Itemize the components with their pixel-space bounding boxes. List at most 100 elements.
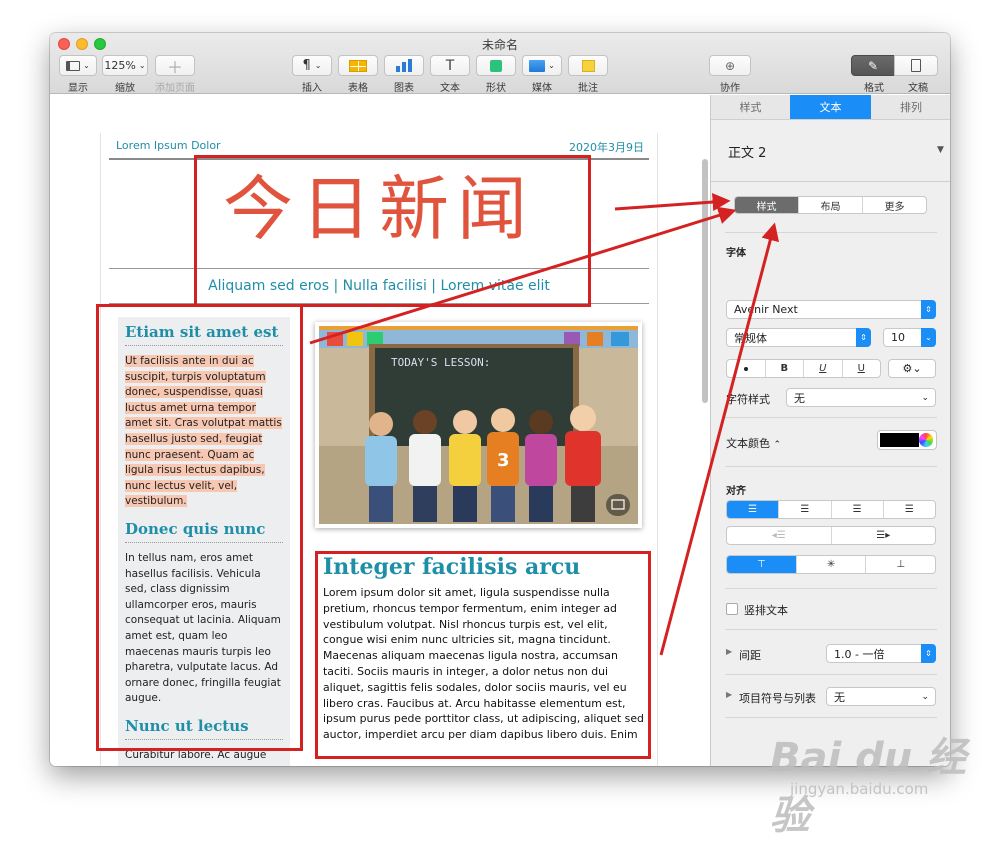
vertical-scrollbar[interactable] — [702, 159, 708, 403]
annotation-box-article — [315, 551, 651, 759]
chart-button[interactable] — [384, 55, 424, 76]
comment-label: 批注 — [578, 83, 598, 94]
font-family-value: Avenir Next — [734, 303, 798, 316]
chevron-down-icon: ⌄ — [921, 392, 929, 403]
font-weight-select[interactable]: 常规体 ⇕ — [726, 328, 871, 347]
font-family-select[interactable]: Avenir Next ⇕ — [726, 300, 936, 319]
format-button[interactable]: ✎ — [851, 55, 895, 76]
shape-button[interactable] — [476, 55, 516, 76]
header-left: Lorem Ipsum Dolor — [116, 139, 221, 152]
spacing-value: 1.0 - 一倍 — [834, 647, 885, 661]
bullets-select[interactable]: 无 ⌄ — [826, 687, 936, 706]
character-style-label: 字符样式 — [726, 393, 770, 406]
font-size-field[interactable]: 10 ⌄ — [883, 328, 936, 347]
subtab-more[interactable]: 更多 — [863, 197, 926, 213]
bar-chart-icon — [396, 59, 412, 72]
text-icon: T — [445, 57, 455, 74]
document-button[interactable] — [894, 55, 938, 76]
underline-button[interactable]: U — [843, 360, 881, 377]
color-swatch — [880, 433, 919, 447]
bullets-label: 项目符号与列表 — [739, 692, 816, 705]
annotation-box-sidebar — [96, 304, 303, 751]
align-left-icon[interactable]: ☰ — [727, 501, 780, 518]
tab-arrange[interactable]: 排列 — [871, 95, 950, 120]
add-page-label: 添加页面 — [155, 83, 195, 94]
align-right-icon[interactable]: ☰ — [832, 501, 884, 518]
add-page-button[interactable]: ＋ — [155, 55, 195, 77]
table-button[interactable] — [338, 55, 378, 76]
spacing-label: 间距 — [739, 649, 761, 662]
format-sidebar: 样式 文本 排列 正文 2 ▼ 样式 布局 更多 字体 Avenir Next ⇕… — [710, 95, 950, 766]
decrease-indent-icon[interactable]: ◂☰ — [727, 527, 832, 544]
disclosure-triangle-icon[interactable]: ▶ — [726, 647, 732, 656]
align-middle-icon[interactable]: ✳ — [797, 556, 867, 573]
table-icon — [349, 59, 367, 72]
font-size-value: 10 — [891, 331, 905, 344]
vertical-text-checkbox[interactable] — [726, 603, 738, 615]
align-bottom-icon[interactable]: ⊥ — [866, 556, 935, 573]
spacing-select[interactable]: 1.0 - 一倍 ⇕ — [826, 644, 936, 663]
subtab-style[interactable]: 样式 — [735, 197, 799, 213]
increase-indent-icon[interactable]: ☰▸ — [832, 527, 936, 544]
chevron-down-icon: ⌄ — [921, 691, 929, 702]
align-justify-icon[interactable]: ☰ — [884, 501, 935, 518]
watermark-url: jingyan.baidu.com — [790, 780, 929, 798]
color-wheel-icon — [919, 433, 933, 447]
chevron-down-icon[interactable]: ▼ — [937, 145, 944, 155]
insert-button[interactable]: ¶ ⌄ — [292, 55, 332, 76]
collaborate-label: 协作 — [720, 83, 740, 94]
disclosure-triangle-icon[interactable]: ▶ — [726, 690, 732, 699]
subtab-layout[interactable]: 布局 — [799, 197, 863, 213]
align-top-icon[interactable]: ⊤ — [727, 556, 797, 573]
vertical-text-label: 竖排文本 — [744, 604, 788, 617]
gear-icon: ⚙⌄ — [902, 362, 922, 375]
tab-style[interactable]: 样式 — [711, 95, 790, 120]
classroom-photo[interactable]: TODAY'S LESSON: 3 — [315, 322, 642, 528]
bullets-value: 无 — [834, 690, 845, 704]
stepper-icon: ⇕ — [856, 328, 871, 347]
document-icon — [911, 59, 921, 72]
text-subtabs: 样式 布局 更多 — [734, 196, 927, 214]
photo-image: TODAY'S LESSON: 3 — [319, 326, 638, 524]
view-button[interactable]: ⌄ — [59, 55, 97, 76]
comment-icon — [581, 59, 595, 72]
stepper-icon: ⇕ — [921, 644, 936, 663]
vertical-align-buttons: ⊤ ✳ ⊥ — [726, 555, 936, 574]
character-style-value: 无 — [794, 391, 805, 405]
replace-image-icon[interactable] — [606, 494, 630, 516]
chevron-updown-icon: ⌃ — [773, 440, 782, 450]
add-person-icon: ⊕ — [724, 58, 736, 73]
paragraph-style-name[interactable]: 正文 2 — [728, 142, 766, 161]
collaborate-button[interactable]: ⊕ — [709, 55, 751, 76]
text-color-swatch-button[interactable] — [727, 360, 766, 377]
media-icon — [529, 59, 546, 72]
character-style-select[interactable]: 无 ⌄ — [786, 388, 936, 407]
sidebar-view-icon — [66, 60, 81, 71]
document-label: 文稿 — [908, 83, 928, 94]
alignment-buttons: ☰ ☰ ☰ ☰ — [726, 500, 936, 519]
text-button[interactable]: T — [430, 55, 470, 76]
svg-text:3: 3 — [497, 450, 510, 471]
comment-button[interactable] — [568, 55, 608, 76]
zoom-value: 125% — [104, 59, 136, 72]
bold-button[interactable]: B — [766, 360, 804, 377]
media-button[interactable]: ⌄ — [522, 55, 562, 76]
align-center-icon[interactable]: ☰ — [779, 501, 832, 518]
zoom-select[interactable]: 125% ⌄ — [102, 55, 148, 76]
plus-icon: ＋ — [166, 57, 183, 77]
annotation-box-title — [194, 155, 591, 307]
chalkboard-text: TODAY'S LESSON: — [391, 356, 490, 369]
paragraph-icon: ¶ — [302, 58, 311, 73]
window-title: 未命名 — [481, 38, 518, 52]
alignment-label: 对齐 — [726, 486, 746, 497]
paintbrush-icon: ✎ — [867, 58, 879, 73]
more-text-options-button[interactable]: ⚙⌄ — [888, 359, 936, 378]
header-date: 2020年3月9日 — [569, 141, 644, 154]
stepper-icon: ⇕ — [921, 300, 936, 319]
text-color-label: 文本颜色 ⌃ — [726, 437, 782, 450]
tab-text[interactable]: 文本 — [790, 95, 871, 120]
font-style-buttons: B U U — [726, 359, 881, 378]
text-color-well[interactable] — [877, 430, 937, 450]
chevron-down-icon: ⌄ — [921, 328, 936, 347]
italic-button[interactable]: U — [804, 360, 843, 377]
